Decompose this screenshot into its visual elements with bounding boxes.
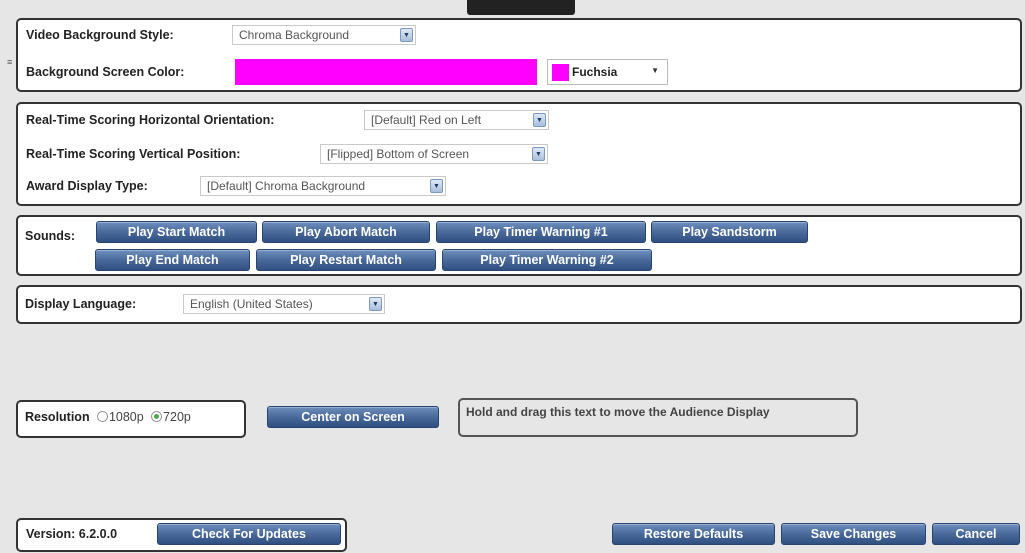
restore-defaults-button[interactable]: Restore Defaults (612, 523, 775, 545)
resolution-row: Resolution 1080p 720p (25, 410, 191, 424)
select-value: English (United States) (190, 297, 313, 311)
select-value: Chroma Background (239, 28, 350, 42)
select-value: [Default] Red on Left (371, 113, 482, 127)
chevron-down-icon: ▼ (430, 179, 443, 193)
video-background-style-label: Video Background Style: (26, 28, 174, 42)
horizontal-orientation-label: Real-Time Scoring Horizontal Orientation… (26, 113, 275, 127)
play-start-match-button[interactable]: Play Start Match (96, 221, 257, 243)
chevron-down-icon: ▼ (533, 113, 546, 127)
display-language-select[interactable]: English (United States) ▼ (183, 294, 385, 314)
radio-720p-label[interactable]: 720p (163, 410, 191, 424)
select-value: [Flipped] Bottom of Screen (327, 147, 470, 161)
version-text: Version: 6.2.0.0 (26, 527, 118, 541)
play-abort-match-button[interactable]: Play Abort Match (262, 221, 430, 243)
display-language-label: Display Language: (25, 297, 137, 311)
caret-down-icon: ▼ (651, 66, 659, 75)
background-color-swatch[interactable] (235, 59, 537, 85)
color-chip (552, 63, 569, 81)
award-display-type-label: Award Display Type: (26, 179, 148, 193)
chevron-down-icon: ▼ (400, 28, 413, 42)
horizontal-orientation-select[interactable]: [Default] Red on Left ▼ (364, 110, 549, 130)
play-restart-match-button[interactable]: Play Restart Match (256, 249, 436, 271)
select-value: Fuchsia (572, 65, 618, 79)
play-timer-warning-2-button[interactable]: Play Timer Warning #2 (442, 249, 652, 271)
video-background-style-select[interactable]: Chroma Background ▼ (232, 25, 416, 45)
play-end-match-button[interactable]: Play End Match (95, 249, 250, 271)
resolution-label: Resolution (25, 410, 90, 424)
check-for-updates-button[interactable]: Check For Updates (157, 523, 341, 545)
play-timer-warning-1-button[interactable]: Play Timer Warning #1 (436, 221, 646, 243)
award-display-type-select[interactable]: [Default] Chroma Background ▼ (200, 176, 446, 196)
radio-1080p[interactable] (96, 411, 108, 422)
drag-hint-text[interactable]: Hold and drag this text to move the Audi… (466, 405, 770, 419)
window-top-handle (467, 0, 575, 15)
sounds-label: Sounds: (25, 229, 75, 243)
save-changes-button[interactable]: Save Changes (781, 523, 926, 545)
chevron-down-icon: ▼ (369, 297, 382, 311)
chevron-down-icon: ▼ (532, 147, 545, 161)
vertical-position-label: Real-Time Scoring Vertical Position: (26, 147, 241, 161)
play-sandstorm-button[interactable]: Play Sandstorm (651, 221, 808, 243)
radio-720p[interactable] (151, 411, 163, 422)
background-color-select[interactable]: Fuchsia ▼ (547, 59, 668, 85)
radio-1080p-label[interactable]: 1080p (109, 410, 144, 424)
language-panel (16, 285, 1022, 324)
vertical-position-select[interactable]: [Flipped] Bottom of Screen ▼ (320, 144, 548, 164)
select-value: [Default] Chroma Background (207, 179, 366, 193)
cancel-button[interactable]: Cancel (932, 523, 1020, 545)
background-screen-color-label: Background Screen Color: (26, 65, 185, 79)
center-on-screen-button[interactable]: Center on Screen (267, 406, 439, 428)
